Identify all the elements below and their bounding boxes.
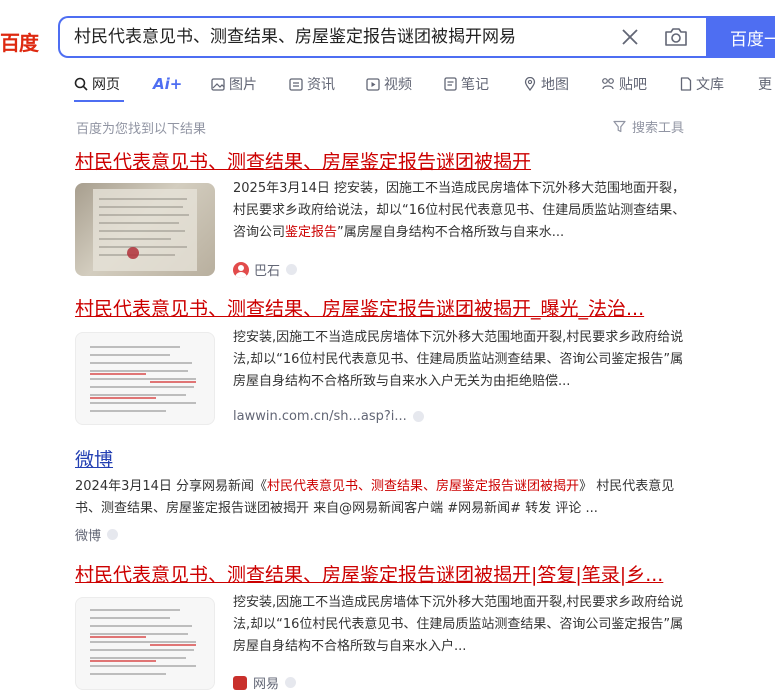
- tab-image[interactable]: 图片: [211, 72, 257, 96]
- tab-map[interactable]: 地图: [523, 72, 569, 96]
- result-thumbnail[interactable]: [75, 183, 215, 276]
- tab-label: 文库: [696, 77, 724, 93]
- search-input[interactable]: [74, 18, 594, 56]
- source-name: 网易: [253, 677, 280, 692]
- search-result: 村民代表意见书、测查结果、房屋鉴定报告谜团被揭开 2025年3月14日 挖安装，…: [75, 150, 695, 285]
- tab-label: 贴吧: [619, 77, 647, 93]
- search-result: 微博 2024年3月14日 分享网易新闻《村民代表意见书、测查结果、房屋鉴定报告…: [75, 448, 695, 548]
- result-thumbnail[interactable]: [75, 332, 215, 425]
- document-image: [90, 346, 196, 412]
- note-icon: [444, 77, 457, 91]
- filter-icon: [613, 120, 626, 133]
- document-image: [90, 609, 196, 675]
- result-snippet: 2025年3月14日 挖安装，因施工不当造成民房墙体下沉外移大范围地面开裂，村民…: [233, 178, 691, 244]
- result-date: 2025年3月14日: [233, 181, 330, 196]
- snippet-text: ”属房屋自身结构不合格所致与自来水...: [337, 225, 565, 240]
- tab-more[interactable]: 更: [758, 72, 772, 96]
- result-title[interactable]: 村民代表意见书、测查结果、房屋鉴定报告谜团被揭开: [75, 150, 685, 174]
- snippet-highlight: 村民代表意见书、测查结果、房屋鉴定报告谜团被揭开: [267, 479, 580, 494]
- tab-library[interactable]: 文库: [680, 72, 724, 96]
- search-button[interactable]: 百度一下: [706, 16, 775, 58]
- tab-label: 更: [758, 77, 772, 93]
- netease-logo-icon: [233, 675, 247, 690]
- tab-video[interactable]: 视频: [366, 72, 412, 96]
- search-icon: [74, 77, 88, 91]
- tab-ai[interactable]: Ai+: [153, 72, 182, 96]
- info-icon[interactable]: [286, 264, 298, 275]
- result-source[interactable]: lawwin.com.cn/sh...asp?i...: [233, 409, 424, 424]
- tab-label: 地图: [541, 77, 569, 93]
- result-snippet: 2024年3月14日 分享网易新闻《村民代表意见书、测查结果、房屋鉴定报告谜团被…: [75, 476, 687, 520]
- search-result: 村民代表意见书、测查结果、房屋鉴定报告谜团被揭开_曝光_法治... 挖安装,因施…: [75, 297, 695, 432]
- search-result: 村民代表意见书、测查结果、房屋鉴定报告谜团被揭开|答复|笔录|乡... 挖安装,…: [75, 563, 695, 699]
- info-icon[interactable]: [107, 529, 119, 540]
- search-box: [58, 16, 706, 58]
- tab-label: 视频: [384, 77, 412, 93]
- result-date: 2024年3月14日: [75, 479, 172, 494]
- search-tools-label: 搜索工具: [632, 121, 685, 136]
- avatar: [233, 261, 249, 278]
- image-icon: [211, 77, 225, 91]
- result-thumbnail[interactable]: [75, 597, 215, 690]
- ai-icon: Ai+: [153, 75, 183, 93]
- tab-notes[interactable]: 笔记: [444, 72, 489, 96]
- result-snippet: 挖安装,因施工不当造成民房墙体下沉外移大范围地面开裂,村民要求乡政府给说法,却以…: [233, 595, 684, 654]
- tab-news[interactable]: 资讯: [289, 72, 335, 96]
- source-name: 微博: [75, 529, 102, 544]
- result-source[interactable]: 巴石: [233, 260, 298, 279]
- close-icon[interactable]: [620, 27, 640, 47]
- tab-label: 笔记: [461, 77, 489, 93]
- info-icon[interactable]: [412, 411, 424, 422]
- active-tab-indicator: [74, 100, 124, 102]
- result-count: 百度为您找到以下结果: [76, 122, 207, 137]
- library-icon: [680, 77, 692, 91]
- result-title[interactable]: 微博: [75, 448, 685, 472]
- result-source[interactable]: 网易: [233, 673, 297, 692]
- tab-label: 图片: [229, 77, 257, 93]
- video-icon: [366, 77, 380, 91]
- baidu-logo[interactable]: 百度: [0, 27, 39, 56]
- result-title[interactable]: 村民代表意见书、测查结果、房屋鉴定报告谜团被揭开_曝光_法治...: [75, 297, 685, 321]
- search-tools-button[interactable]: 搜索工具: [613, 117, 684, 136]
- result-snippet: 挖安装,因施工不当造成民房墙体下沉外移大范围地面开裂,村民要求乡政府给说法,却以…: [233, 330, 684, 389]
- tab-label: 资讯: [307, 77, 335, 93]
- result-source[interactable]: 微博: [75, 525, 119, 544]
- handwritten-document-image: [93, 189, 197, 271]
- source-name: 巴石: [254, 264, 281, 279]
- source-url: lawwin.com.cn/sh...asp?i...: [233, 409, 407, 424]
- snippet-highlight: 鉴定报告: [285, 225, 338, 240]
- tab-web[interactable]: 网页: [74, 72, 120, 96]
- news-icon: [289, 77, 303, 91]
- snippet-text: 分享网易新闻《: [171, 479, 268, 494]
- camera-icon[interactable]: [664, 26, 688, 48]
- tieba-icon: [602, 78, 614, 90]
- tab-label: 网页: [92, 77, 120, 93]
- map-icon: [524, 77, 536, 91]
- tab-tieba[interactable]: 贴吧: [601, 72, 647, 96]
- info-icon[interactable]: [285, 677, 297, 688]
- result-title[interactable]: 村民代表意见书、测查结果、房屋鉴定报告谜团被揭开|答复|笔录|乡...: [75, 563, 685, 587]
